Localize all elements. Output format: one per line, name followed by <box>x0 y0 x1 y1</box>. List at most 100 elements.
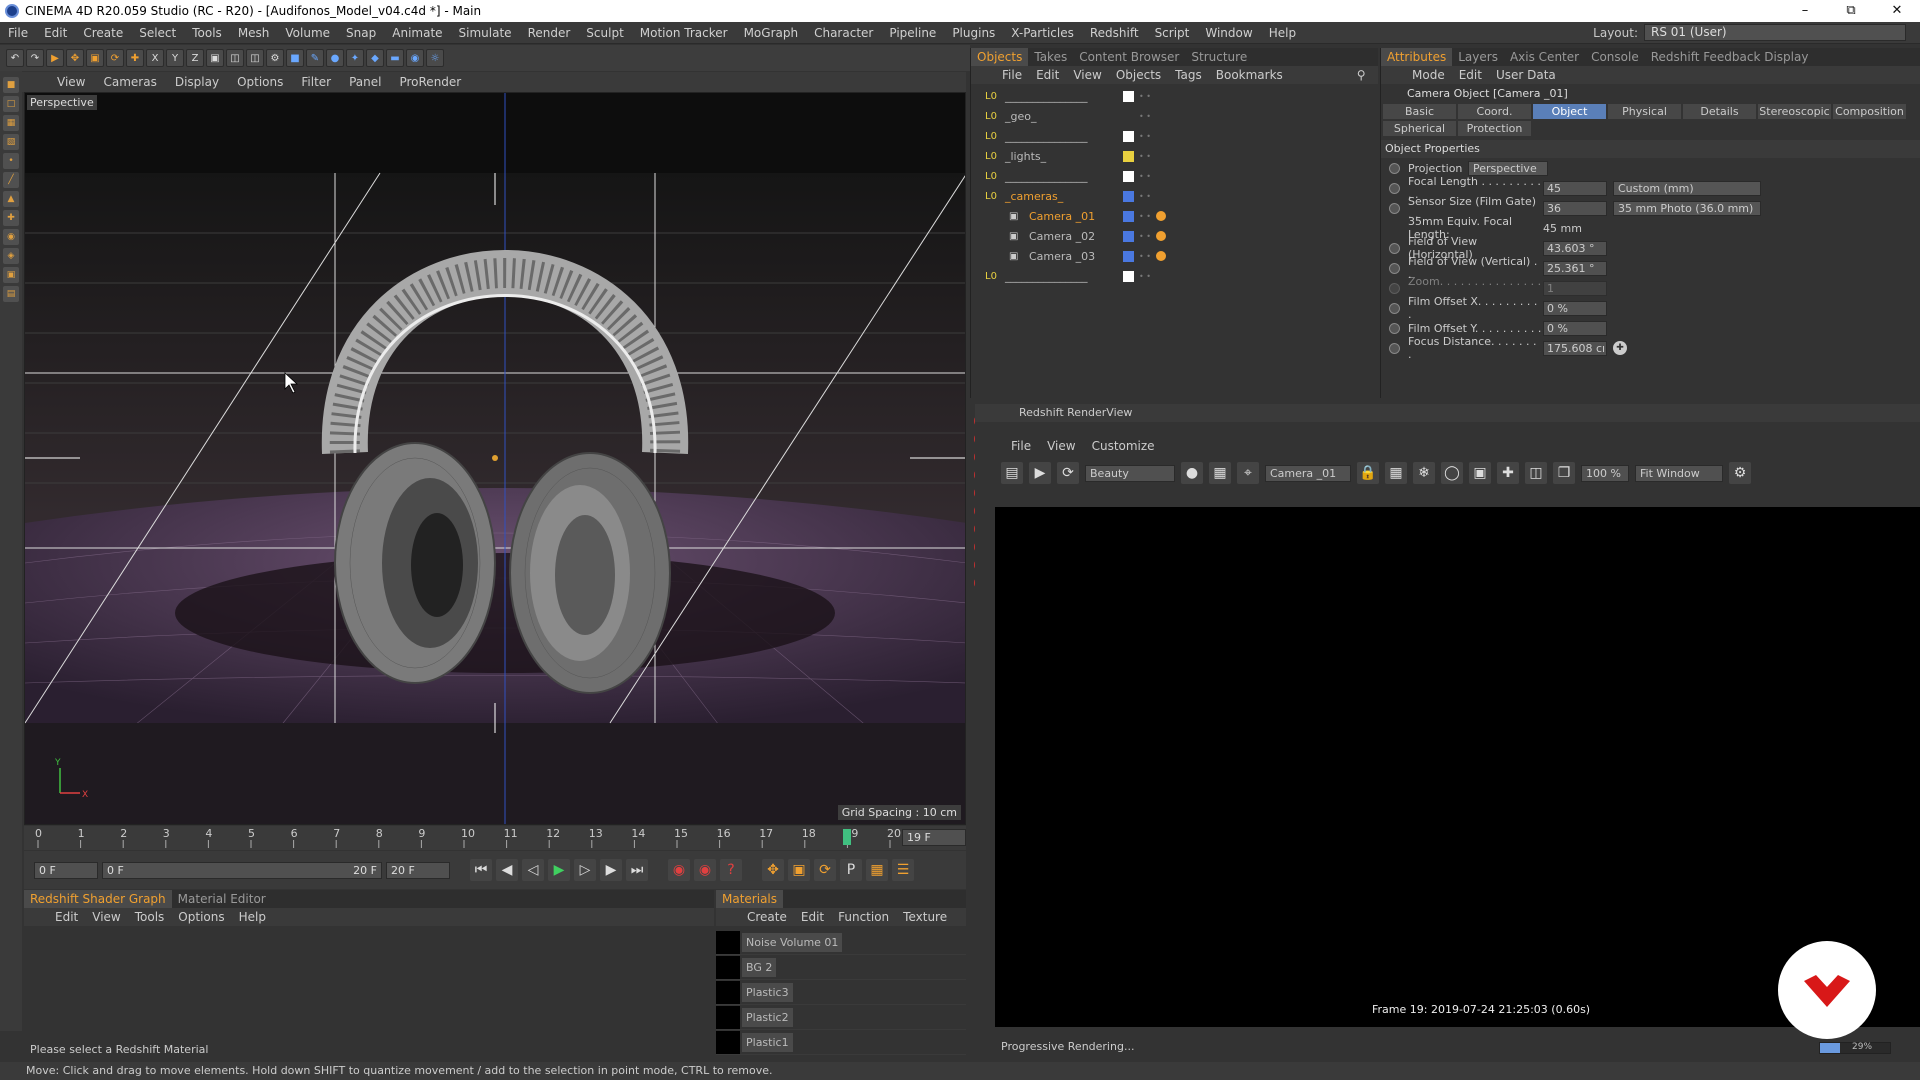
object-row[interactable]: L0 _lights_ • • <box>971 146 1378 166</box>
workplane-icon[interactable]: ▧ <box>3 134 19 150</box>
menu-help[interactable]: Help <box>1261 26 1304 40</box>
object-row[interactable]: L0 _______________ • • <box>971 266 1378 286</box>
min-frame-field[interactable]: 0 F <box>34 861 98 879</box>
menu-x-particles[interactable]: X-Particles <box>1003 26 1082 40</box>
move-icon[interactable]: ✥ <box>66 49 84 67</box>
save-image-icon[interactable]: ▣ <box>1469 462 1491 484</box>
menu-tools[interactable]: Tools <box>184 26 230 40</box>
film-offset-y-field[interactable]: 0 % <box>1543 320 1607 336</box>
menu-animate[interactable]: Animate <box>384 26 450 40</box>
next-frame-icon[interactable]: ▷ <box>574 859 596 881</box>
previous-key-icon[interactable]: ◀ <box>496 859 518 881</box>
animate-toggle[interactable] <box>1389 162 1400 174</box>
menu-pipeline[interactable]: Pipeline <box>881 26 944 40</box>
mat-menu-function[interactable]: Function <box>831 910 896 924</box>
scale-icon[interactable]: ▣ <box>86 49 104 67</box>
menu-sculpt[interactable]: Sculpt <box>578 26 631 40</box>
clapboard-icon[interactable]: ▤ <box>1001 462 1023 484</box>
texture-mode-icon[interactable]: ▦ <box>3 115 19 131</box>
cube-icon[interactable]: ■ <box>286 49 304 67</box>
attr-menu-user-data[interactable]: User Data <box>1489 68 1563 82</box>
focal-length-field[interactable]: 45 <box>1543 180 1607 196</box>
attr-tab-details[interactable]: Details <box>1683 104 1756 119</box>
picture-viewer-icon[interactable]: ◫ <box>1525 462 1547 484</box>
layer-color-swatch[interactable] <box>1123 90 1134 102</box>
timeline-window-icon[interactable]: ☰ <box>892 859 914 881</box>
animate-toggle[interactable] <box>1389 202 1400 214</box>
lock-icon[interactable]: 🔒 <box>1357 462 1379 484</box>
obj-menu-view[interactable]: View <box>1066 68 1108 82</box>
focus-distance-field[interactable]: 175.608 cı <box>1543 340 1607 356</box>
object-row[interactable]: L0 _______________ • • <box>971 126 1378 146</box>
record-position-icon[interactable]: ✥ <box>762 859 784 881</box>
make-editable-icon[interactable]: ■ <box>3 77 19 93</box>
vp-menu-prorender[interactable]: ProRender <box>390 75 470 89</box>
tab-console[interactable]: Console <box>1585 48 1645 66</box>
aov-dropdown[interactable]: Beauty <box>1085 464 1175 482</box>
perspective-viewport[interactable]: Y X Perspective Grid Spacing : 10 cm <box>24 92 966 825</box>
rs-menu-view[interactable]: View <box>1039 439 1083 453</box>
deformer-icon[interactable]: ◆ <box>366 49 384 67</box>
layer-color-swatch[interactable] <box>1123 170 1134 182</box>
animate-toggle[interactable] <box>1389 242 1400 254</box>
record-rotation-icon[interactable]: ⟳ <box>814 859 836 881</box>
live-select-icon[interactable]: ▶ <box>46 49 64 67</box>
recent-tools-icon[interactable]: ✚ <box>126 49 144 67</box>
subdivision-icon[interactable]: ● <box>326 49 344 67</box>
model-mode-icon[interactable]: □ <box>3 96 19 112</box>
render-play-icon[interactable]: ▶ <box>1029 462 1051 484</box>
vp-menu-cameras[interactable]: Cameras <box>94 75 165 89</box>
menu-plugins[interactable]: Plugins <box>944 26 1003 40</box>
attr-tab-object[interactable]: Object <box>1533 104 1606 119</box>
tab-material-editor[interactable]: Material Editor <box>172 890 272 908</box>
menu-volume[interactable]: Volume <box>277 26 338 40</box>
animate-toggle[interactable] <box>1389 322 1400 334</box>
tab-layers[interactable]: Layers <box>1452 48 1504 66</box>
fov-vertical-field[interactable]: 25.361 ° <box>1543 260 1607 276</box>
menu-motion-tracker[interactable]: Motion Tracker <box>632 26 736 40</box>
menu-edit[interactable]: Edit <box>36 26 75 40</box>
snowflake-icon[interactable]: ❄ <box>1413 462 1435 484</box>
timeline-ruler[interactable]: 0 1 2 3 4 5 6 7 8 9 10 11 12 13 14 15 16 17 18 19 20 19 F <box>24 826 966 850</box>
menu-snap[interactable]: Snap <box>338 26 384 40</box>
cloner-icon[interactable]: ✦ <box>346 49 364 67</box>
light-icon[interactable]: ☼ <box>426 49 444 67</box>
previous-frame-icon[interactable]: ◁ <box>522 859 544 881</box>
menu-select[interactable]: Select <box>131 26 184 40</box>
x-axis-icon[interactable]: X <box>146 49 164 67</box>
animate-toggle[interactable] <box>1389 262 1400 274</box>
menu-mesh[interactable]: Mesh <box>230 26 278 40</box>
animate-toggle[interactable] <box>1389 342 1400 354</box>
gear-icon[interactable]: ⚙ <box>1729 462 1751 484</box>
visibility-dots-icon[interactable]: • • <box>1139 92 1151 101</box>
object-row[interactable]: ▣ Camera _01 • • <box>971 206 1378 226</box>
menu-mograph[interactable]: MoGraph <box>736 26 807 40</box>
next-key-icon[interactable]: ▶ <box>600 859 622 881</box>
attr-tab-physical[interactable]: Physical <box>1608 104 1681 119</box>
obj-menu-edit[interactable]: Edit <box>1029 68 1066 82</box>
add-snapshot-icon[interactable]: ✚ <box>1497 462 1519 484</box>
shader-menu-edit[interactable]: Edit <box>48 910 85 924</box>
y-axis-icon[interactable]: Y <box>166 49 184 67</box>
play-forward-icon[interactable]: ▶ <box>548 859 570 881</box>
minimize-button[interactable]: – <box>1782 0 1828 22</box>
attr-tab-composition[interactable]: Composition <box>1833 104 1906 119</box>
render-view-icon[interactable]: ◫ <box>226 49 244 67</box>
menu-render[interactable]: Render <box>520 26 579 40</box>
object-row[interactable]: L0 _geo_ • • <box>971 106 1378 126</box>
refresh-icon[interactable]: ⟳ <box>1057 462 1079 484</box>
record-point-level-icon[interactable]: ▦ <box>866 859 888 881</box>
polygons-mode-icon[interactable]: ▲ <box>3 191 19 207</box>
sensor-size-field[interactable]: 36 <box>1543 200 1607 216</box>
menu-simulate[interactable]: Simulate <box>451 26 520 40</box>
layer-color-swatch[interactable] <box>1123 150 1134 162</box>
visibility-dots-icon[interactable]: • • <box>1139 192 1151 201</box>
snap-icon[interactable]: ◈ <box>3 248 19 264</box>
record-parameter-icon[interactable]: P <box>840 859 862 881</box>
object-row[interactable]: L0 _______________ • • <box>971 166 1378 186</box>
viewport-camera-label[interactable]: Perspective <box>27 95 97 110</box>
tab-redshift-shader-graph[interactable]: Redshift Shader Graph <box>24 890 172 908</box>
go-to-end-icon[interactable]: ⏭ <box>626 859 648 881</box>
menu-character[interactable]: Character <box>806 26 881 40</box>
close-button[interactable]: ✕ <box>1874 0 1920 22</box>
